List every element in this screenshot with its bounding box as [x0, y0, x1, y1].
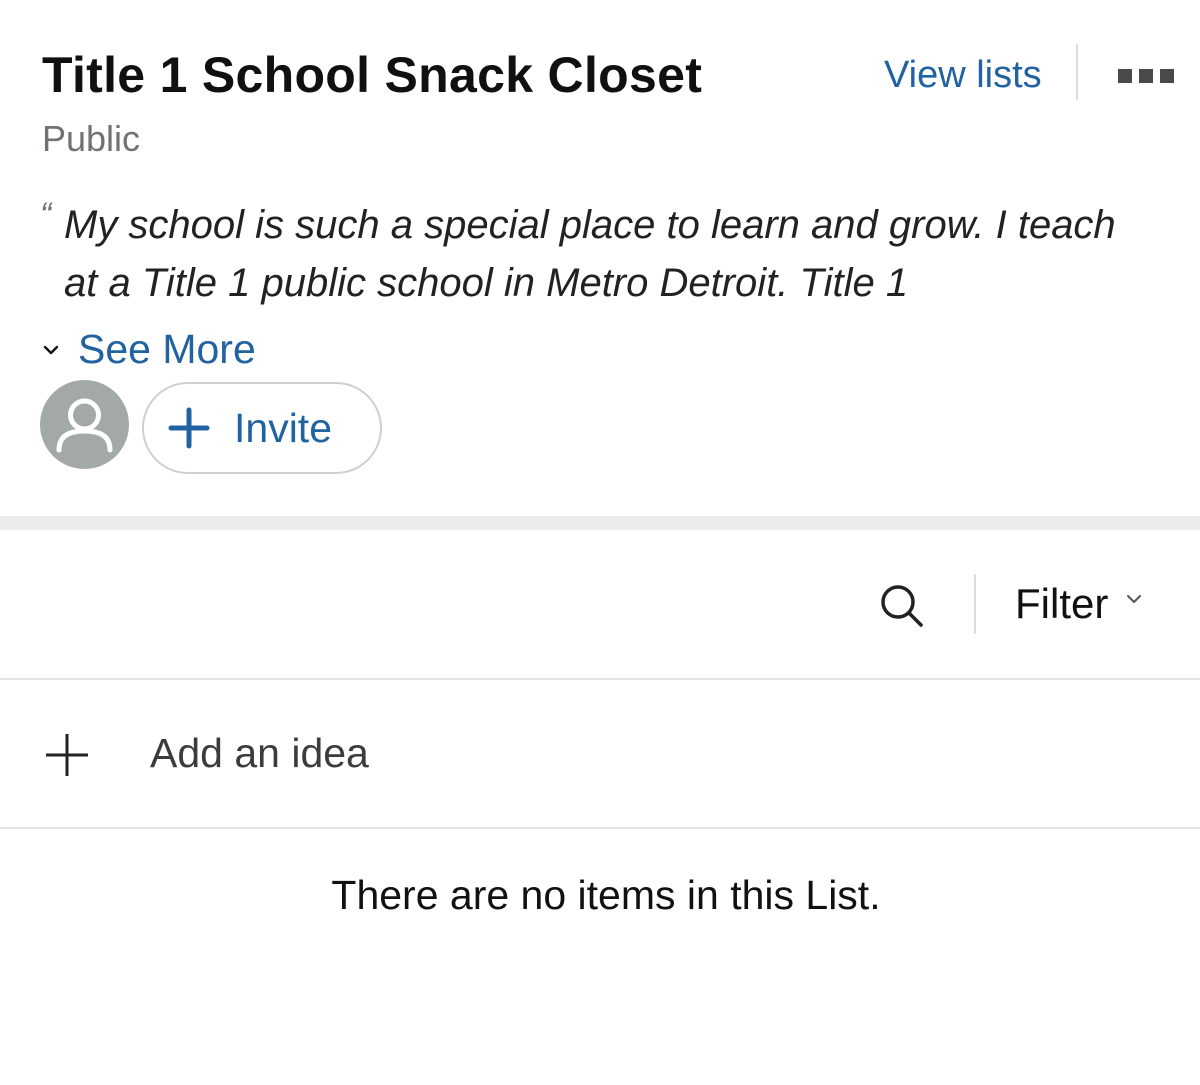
invite-button[interactable]: Invite	[142, 382, 382, 474]
filter-dropdown[interactable]: Filter	[1015, 580, 1144, 628]
more-dot	[1160, 69, 1174, 83]
more-dot	[1139, 69, 1153, 83]
chevron-down-icon	[43, 345, 59, 354]
invite-label: Invite	[234, 404, 332, 451]
plus-icon	[46, 734, 88, 776]
add-idea-button[interactable]: Add an idea	[0, 680, 1200, 827]
row-divider	[0, 827, 1200, 829]
toolbar-divider	[974, 574, 976, 634]
section-separator	[0, 516, 1200, 530]
list-description: My school is such a special place to lea…	[64, 203, 1116, 305]
view-lists-link[interactable]: View lists	[884, 54, 1042, 97]
list-toolbar: Filter	[0, 530, 1200, 678]
header-divider	[1076, 44, 1078, 100]
chevron-down-icon	[1127, 595, 1142, 603]
plus-icon	[168, 407, 210, 449]
filter-label: Filter	[1015, 580, 1109, 627]
privacy-label: Public	[42, 118, 141, 159]
see-more-toggle[interactable]: See More	[40, 326, 256, 373]
list-title: Title 1 School Snack Closet	[42, 47, 703, 103]
avatar[interactable]	[40, 380, 129, 469]
more-options-icon[interactable]	[1118, 68, 1174, 84]
add-idea-label: Add an idea	[150, 730, 369, 776]
search-icon[interactable]	[878, 582, 924, 628]
empty-list-message: There are no items in this List.	[331, 872, 881, 918]
user-silhouette-icon	[56, 398, 113, 453]
quote-mark: “	[40, 196, 52, 234]
see-more-label: See More	[78, 326, 256, 372]
list-header: Title 1 School Snack Closet View lists P…	[0, 0, 1200, 516]
more-dot	[1118, 69, 1132, 83]
